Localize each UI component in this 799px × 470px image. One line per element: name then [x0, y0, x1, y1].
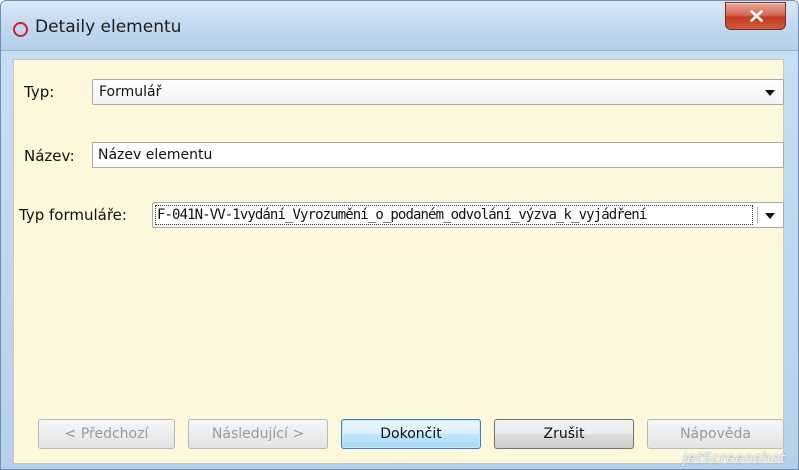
- finish-button[interactable]: Dokončit: [341, 419, 481, 449]
- next-button[interactable]: Následující >: [188, 419, 328, 449]
- nazev-label: Název:: [24, 147, 75, 165]
- window-title: Detaily elementu: [35, 17, 182, 37]
- dialog-content-panel: Typ: Formulář Název: Typ formuláře: F-04…: [13, 59, 784, 464]
- typ-formulare-dropdown[interactable]: F-041N-VV-1vydání_Vyrozumění_o_podaném_o…: [152, 202, 784, 228]
- help-button[interactable]: Nápověda: [647, 419, 784, 449]
- dialog-window: Detaily elementu Typ: Formulář Název: Ty…: [0, 0, 799, 470]
- cancel-button[interactable]: Zrušit: [494, 419, 634, 449]
- typ-formulare-label: Typ formuláře:: [19, 206, 127, 224]
- previous-button[interactable]: < Předchozí: [38, 419, 175, 449]
- dropdown-separator: [757, 207, 758, 223]
- typ-dropdown[interactable]: Formulář: [92, 79, 784, 105]
- circle-outline-icon: [13, 22, 28, 37]
- chevron-down-icon[interactable]: [765, 90, 775, 96]
- watermark-text: jetScreenshot: [682, 451, 786, 467]
- typ-dropdown-value: Formulář: [99, 84, 162, 100]
- typ-label: Typ:: [24, 83, 55, 101]
- focus-rectangle: F-041N-VV-1vydání_Vyrozumění_o_podaném_o…: [155, 205, 753, 225]
- nazev-input[interactable]: [93, 143, 783, 167]
- chevron-down-icon[interactable]: [765, 213, 775, 219]
- nazev-input-field[interactable]: [92, 142, 784, 168]
- close-button[interactable]: [725, 2, 786, 30]
- close-x-icon: [750, 10, 763, 22]
- typ-formulare-value: F-041N-VV-1vydání_Vyrozumění_o_podaném_o…: [157, 207, 647, 223]
- title-bar[interactable]: Detaily elementu: [1, 1, 798, 51]
